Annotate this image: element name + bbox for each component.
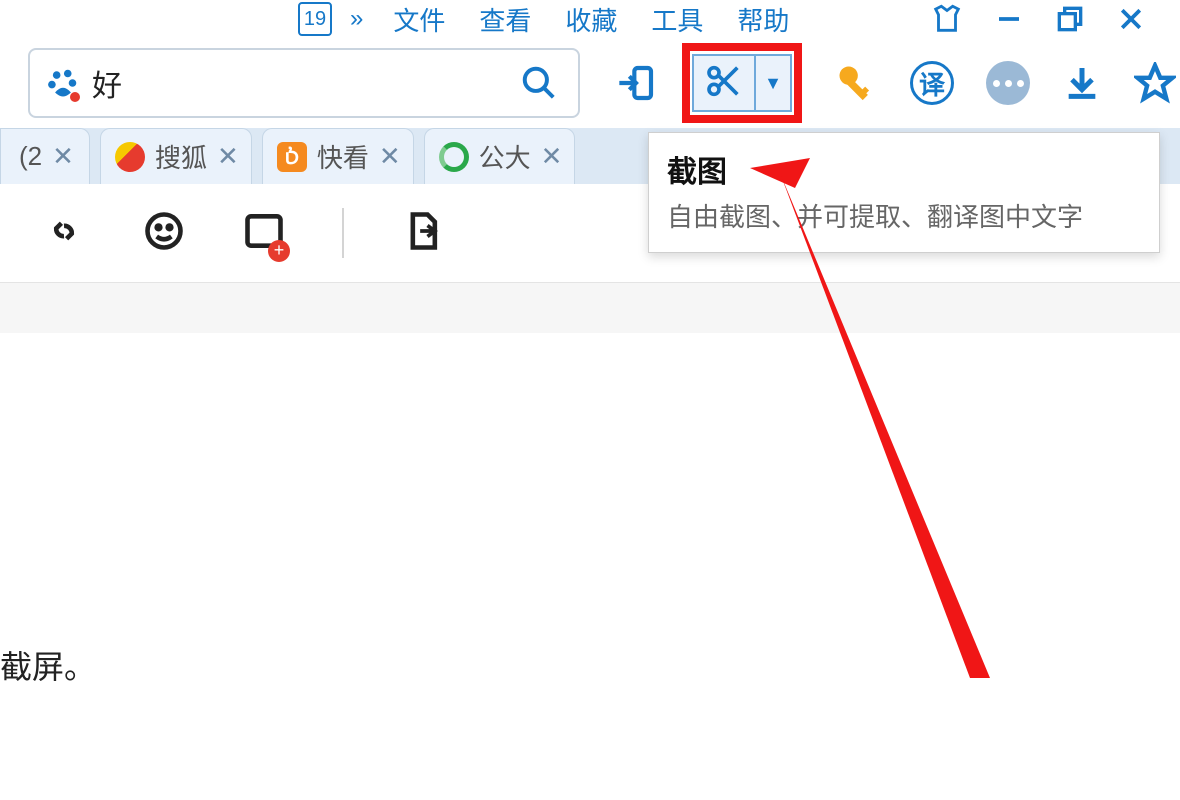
tab-close-icon[interactable]: ✕ [541, 141, 563, 172]
login-icon[interactable] [616, 63, 656, 103]
screenshot-button[interactable]: ▼ [692, 54, 792, 112]
menu-favorites[interactable]: 收藏 [565, 1, 617, 38]
calendar-date-badge[interactable]: 19 [298, 2, 332, 36]
tab-close-icon[interactable]: ✕ [52, 141, 74, 172]
tab-close-icon[interactable]: ✕ [217, 141, 239, 172]
favorite-star-icon[interactable] [1134, 62, 1176, 104]
emoji-icon[interactable] [142, 209, 186, 258]
tab-close-icon[interactable]: ✕ [379, 141, 401, 172]
tab-gong[interactable]: 公大 ✕ [424, 128, 576, 184]
tab-kuai[interactable]: Ⳳ 快看 ✕ [262, 128, 414, 184]
tab-label: 公大 [479, 138, 531, 175]
baidu-logo-icon [44, 64, 82, 102]
tooltip-title: 截图 [667, 147, 1141, 191]
translate-button[interactable]: 译 [910, 61, 954, 105]
more-dots-icon [993, 80, 1024, 87]
minimize-icon[interactable] [994, 4, 1024, 34]
restore-icon[interactable] [1054, 3, 1086, 35]
plus-badge-icon: + [268, 240, 290, 262]
menu-bar: 19 » 文件 查看 收藏 工具 帮助 [0, 0, 1180, 38]
tooltip-description: 自由截图、并可提取、翻译图中文字 [667, 197, 1141, 234]
menu-file[interactable]: 文件 [393, 1, 445, 38]
add-media-icon[interactable]: + [242, 209, 286, 258]
download-icon[interactable] [1062, 63, 1102, 103]
tab-label: 搜狐 [155, 138, 207, 175]
chevron-right-icon[interactable]: » [350, 5, 363, 33]
green-favicon [439, 142, 469, 172]
screenshot-tooltip: 截图 自由截图、并可提取、翻译图中文字 [648, 132, 1160, 253]
content-text: 截屏。 [0, 642, 96, 688]
page-content: 截屏。 [0, 282, 1180, 742]
skin-icon[interactable] [930, 2, 964, 36]
tab-0[interactable]: (2 ✕ [0, 128, 90, 184]
separator [342, 208, 344, 258]
tab-label: (2 [19, 141, 42, 172]
tab-label: 快看 [317, 138, 369, 175]
search-box[interactable] [28, 48, 580, 118]
search-input[interactable] [92, 66, 520, 100]
search-icon[interactable] [520, 64, 558, 102]
chevron-down-icon[interactable]: ▼ [764, 73, 782, 94]
screenshot-button-highlight: ▼ [682, 43, 802, 123]
menu-tools[interactable]: 工具 [651, 1, 703, 38]
menu-help[interactable]: 帮助 [737, 1, 789, 38]
menu-view[interactable]: 查看 [479, 1, 531, 38]
sogou-favicon [115, 142, 145, 172]
toolbar-row: ▼ 译 [0, 38, 1180, 128]
link-icon[interactable] [42, 209, 86, 258]
tab-sogou[interactable]: 搜狐 ✕ [100, 128, 252, 184]
scissors-icon [704, 61, 744, 106]
export-file-icon[interactable] [400, 209, 444, 258]
password-key-icon[interactable] [834, 61, 878, 105]
more-button[interactable] [986, 61, 1030, 105]
kuai-favicon: Ⳳ [277, 142, 307, 172]
close-window-icon[interactable] [1116, 4, 1146, 34]
